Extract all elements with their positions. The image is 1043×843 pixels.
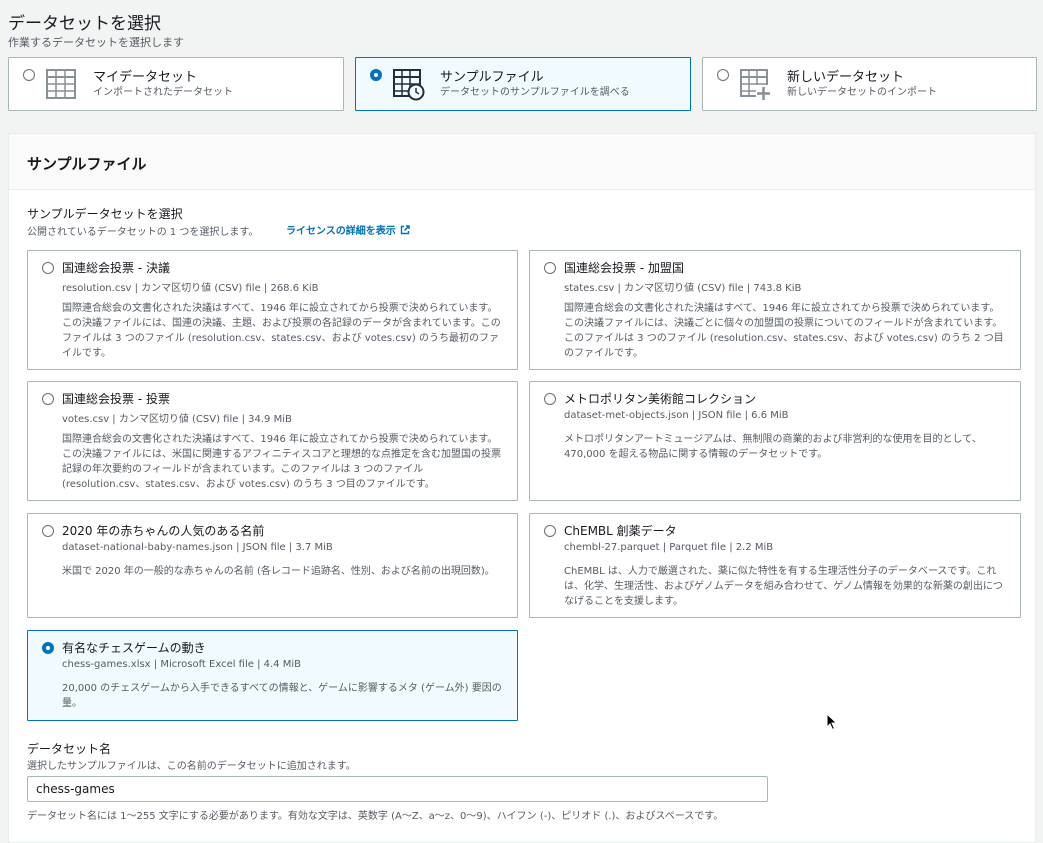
license-details-link[interactable]: ライセンスの詳細を表示: [286, 222, 410, 237]
sample-meta: states.csv | カンマ区切り値 (CSV) file | 743.8 …: [564, 283, 802, 294]
sample-radio[interactable]: [544, 525, 556, 537]
section-description: 公開されているデータセットの 1 つを選択します。: [27, 227, 259, 238]
sample-title: 2020 年の赤ちゃんの人気のある名前: [62, 524, 265, 538]
page-description: 作業するデータセットを選択します: [8, 36, 184, 49]
sample-description: メトロポリタンアートミュージアムは、無制限の商業的および非営利的な使用を目的とし…: [564, 434, 982, 460]
sample-card-un-resolutions[interactable]: 国連総会投票 - 決議 resolution.csv | カンマ区切り値 (CS…: [27, 250, 518, 370]
external-link-icon: [400, 225, 410, 235]
sample-title: 国連総会投票 - 決議: [62, 261, 170, 275]
sample-meta: dataset-national-baby-names.json | JSON …: [62, 542, 333, 553]
sample-meta: dataset-met-objects.json | JSON file | 6…: [564, 410, 789, 421]
sample-radio[interactable]: [42, 642, 54, 654]
panel-title: サンプルファイル: [27, 155, 147, 173]
sample-meta: resolution.csv | カンマ区切り値 (CSV) file | 26…: [62, 283, 319, 294]
sample-title: 国連総会投票 - 投票: [62, 392, 170, 406]
dataset-name-input[interactable]: [27, 776, 768, 802]
panel-header: サンプルファイル: [9, 134, 1035, 190]
source-tile-sample-files[interactable]: サンプルファイル データセットのサンプルファイルを調べる: [355, 57, 691, 111]
sample-card-un-states[interactable]: 国連総会投票 - 加盟国 states.csv | カンマ区切り値 (CSV) …: [529, 250, 1021, 370]
sample-description: ChEMBL は、人力で厳選された、薬に似た特性を有する生理活性分子のデータベー…: [564, 566, 1003, 607]
section-label: サンプルデータセットを選択: [27, 207, 183, 221]
sample-description: 米国で 2020 年の一般的な赤ちゃんの名前 (各レコード追跡名、性別、および名…: [62, 566, 495, 577]
sample-radio[interactable]: [544, 262, 556, 274]
sample-card-chess-games[interactable]: 有名なチェスゲームの動き chess-games.xlsx | Microsof…: [27, 630, 518, 721]
sample-description: 国際連合総会の文書化された決議はすべて、1946 年に設立されてから投票で決めら…: [62, 434, 501, 490]
mouse-cursor-icon: [826, 713, 838, 731]
source-radio-my-datasets[interactable]: [23, 69, 35, 81]
sample-radio[interactable]: [544, 393, 556, 405]
source-tile-my-datasets[interactable]: マイデータセット インポートされたデータセット: [8, 57, 344, 111]
sample-radio[interactable]: [42, 393, 54, 405]
source-description: 新しいデータセットのインポート: [787, 87, 937, 98]
table-clock-icon: [393, 69, 425, 101]
table-icon: [46, 69, 76, 99]
sample-description: 国際連合総会の文書化された決議はすべて、1946 年に設立されてから投票で決めら…: [62, 303, 501, 359]
sample-files-panel: サンプルファイル サンプルデータセットを選択 公開されているデータセットの 1 …: [8, 133, 1036, 843]
sample-title: ChEMBL 創薬データ: [564, 524, 677, 538]
source-radio-sample-files[interactable]: [370, 69, 382, 81]
dataset-name-description: 選択したサンプルファイルは、この名前のデータセットに追加されます。: [27, 761, 356, 772]
dataset-name-label: データセット名: [27, 742, 112, 756]
source-description: データセットのサンプルファイルを調べる: [440, 87, 630, 98]
table-plus-icon: [740, 69, 771, 100]
sample-radio[interactable]: [42, 525, 54, 537]
sample-title: 国連総会投票 - 加盟国: [564, 261, 684, 275]
license-link-label: ライセンスの詳細を表示: [286, 226, 396, 237]
sample-card-un-votes[interactable]: 国連総会投票 - 投票 votes.csv | カンマ区切り値 (CSV) fi…: [27, 381, 518, 501]
source-description: インポートされたデータセット: [93, 87, 233, 98]
sample-description: 20,000 のチェスゲームから入手できるすべての情報と、ゲームに影響するメタ …: [62, 683, 502, 709]
sample-meta: votes.csv | カンマ区切り値 (CSV) file | 34.9 Mi…: [62, 414, 292, 425]
sample-description: 国際連合総会の文書化された決議はすべて、1946 年に設立されてから投票で決めら…: [564, 303, 1004, 359]
source-tile-new-dataset[interactable]: 新しいデータセット 新しいデータセットのインポート: [702, 57, 1037, 111]
sample-meta: chess-games.xlsx | Microsoft Excel file …: [62, 659, 301, 670]
sample-title: 有名なチェスゲームの動き: [62, 641, 206, 655]
sample-card-met-collection[interactable]: メトロポリタン美術館コレクション dataset-met-objects.jso…: [529, 381, 1021, 501]
sample-card-chembl[interactable]: ChEMBL 創薬データ chembl-27.parquet | Parquet…: [529, 513, 1021, 618]
page-title: データセットを選択: [8, 14, 161, 34]
sample-card-baby-names[interactable]: 2020 年の赤ちゃんの人気のある名前 dataset-national-bab…: [27, 513, 518, 618]
sample-meta: chembl-27.parquet | Parquet file | 2.2 M…: [564, 542, 774, 553]
dataset-name-hint: データセット名には 1〜255 文字にする必要があります。有効な文字は、英数字 …: [27, 811, 724, 822]
source-radio-new-dataset[interactable]: [717, 69, 729, 81]
sample-radio[interactable]: [42, 262, 54, 274]
sample-title: メトロポリタン美術館コレクション: [564, 392, 757, 406]
